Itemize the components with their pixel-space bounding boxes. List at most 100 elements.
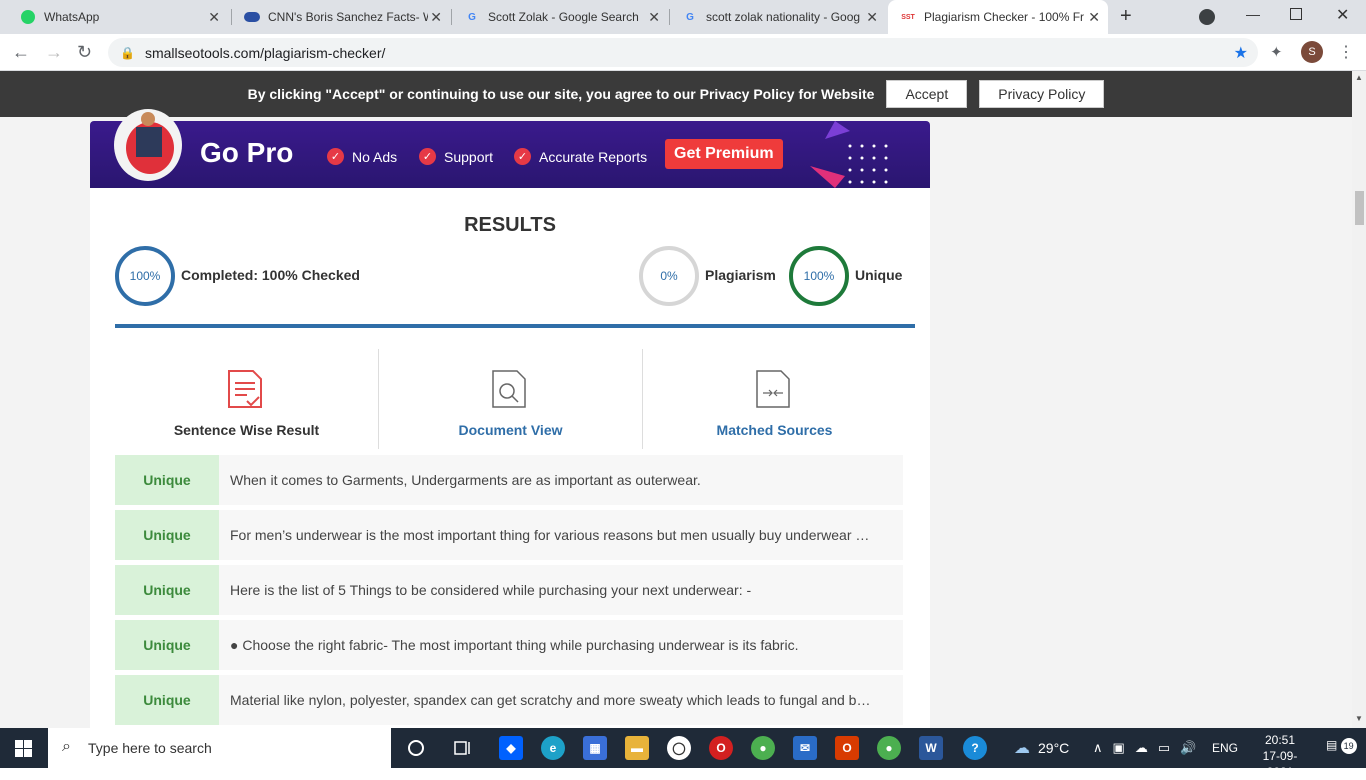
taskbar-search[interactable]: ⌕ Type here to search <box>48 728 391 768</box>
close-icon[interactable]: ✕ <box>866 9 878 26</box>
close-icon[interactable]: ✕ <box>648 9 660 26</box>
weather-widget[interactable]: ☁ 29°C <box>1014 728 1069 768</box>
tab-title: Scott Zolak - Google Search <box>488 10 639 24</box>
tab-cnn[interactable]: CNN's Boris Sanchez Facts- W ✕ <box>232 0 450 34</box>
app-icon[interactable]: ◯ <box>667 736 691 760</box>
file-explorer-icon[interactable]: ▬ <box>625 736 649 760</box>
tab-strip: WhatsApp ✕ CNN's Boris Sanchez Facts- W … <box>0 0 1366 34</box>
clock[interactable]: 20:51 17-09-2021 <box>1250 732 1310 780</box>
result-row[interactable]: Unique For men’s underwear is the most i… <box>115 510 903 560</box>
new-tab-button[interactable]: + <box>1120 5 1132 28</box>
tab-label: Document View <box>458 422 563 438</box>
close-icon[interactable]: ✕ <box>208 9 220 26</box>
tab-sentence-wise[interactable]: Sentence Wise Result <box>115 349 378 449</box>
google-icon: G <box>468 11 476 23</box>
tab-whatsapp[interactable]: WhatsApp ✕ <box>8 0 228 34</box>
opera-icon[interactable]: O <box>709 736 733 760</box>
accept-button[interactable]: Accept <box>886 80 968 108</box>
completed-circle: 100% <box>115 246 175 306</box>
weather-temp: 29°C <box>1038 740 1070 756</box>
close-icon[interactable]: ✕ <box>1088 9 1100 26</box>
status-badge: Unique <box>115 620 219 670</box>
url-text: smallseotools.com/plagiarism-checker/ <box>144 44 386 61</box>
tab-search-icon[interactable] <box>1199 9 1215 25</box>
battery-icon[interactable]: ▭ <box>1158 740 1170 756</box>
result-row[interactable]: Unique Here is the list of 5 Things to b… <box>115 565 903 615</box>
tab-google-1[interactable]: G Scott Zolak - Google Search ✕ <box>452 0 668 34</box>
edge-icon[interactable]: e <box>541 736 565 760</box>
store-icon[interactable]: ▦ <box>583 736 607 760</box>
office-icon[interactable]: O <box>835 736 859 760</box>
sentence-text: Material like nylon, polyester, spandex … <box>230 692 871 708</box>
tab-title: scott zolak nationality - Goog <box>706 10 861 24</box>
scroll-down-icon[interactable]: ▼ <box>1355 714 1363 723</box>
chrome-profile-icon[interactable]: ● <box>877 736 901 760</box>
bookmark-star-icon[interactable]: ★ <box>1234 43 1248 63</box>
cortana-icon[interactable] <box>404 736 428 760</box>
plagiarism-circle: 0% <box>639 246 699 306</box>
go-pro-banner[interactable]: Go Pro ✓ No Ads ✓ Support ✓ Accurate Report… <box>90 109 930 188</box>
cookie-banner: By clicking "Accept" or continuing to us… <box>0 71 1352 117</box>
whatsapp-icon <box>20 9 36 25</box>
result-row[interactable]: Unique ● Choose the right fabric- The mo… <box>115 620 903 670</box>
feature-label: No Ads <box>352 148 398 165</box>
close-window-button[interactable]: ✕ <box>1336 5 1349 25</box>
close-icon[interactable]: ✕ <box>430 9 442 26</box>
privacy-policy-button[interactable]: Privacy Policy <box>979 80 1105 108</box>
chrome-icon[interactable]: ● <box>751 736 775 760</box>
scroll-thumb[interactable] <box>1355 191 1364 225</box>
feature-support: ✓ Support <box>419 148 493 165</box>
forward-icon[interactable]: → <box>45 42 63 63</box>
chevron-up-icon[interactable]: ∧ <box>1093 740 1103 756</box>
sentence-text: For men’s underwear is the most importan… <box>230 527 870 543</box>
back-icon[interactable]: ← <box>12 42 30 63</box>
check-icon: ✓ <box>514 148 531 165</box>
sst-icon: SST <box>901 13 915 21</box>
get-premium-button[interactable]: Get Premium <box>665 139 783 169</box>
minimize-button[interactable]: — <box>1246 6 1260 22</box>
windows-start-icon[interactable] <box>15 740 32 757</box>
volume-icon[interactable]: 🔊 <box>1180 740 1196 756</box>
status-badge: Unique <box>115 455 219 505</box>
notification-icon: ▤ <box>1326 738 1338 752</box>
tab-label: Matched Sources <box>716 422 833 438</box>
help-icon[interactable]: ? <box>963 736 987 760</box>
tab-title: WhatsApp <box>44 10 100 24</box>
extensions-icon[interactable]: ✦ <box>1270 43 1283 61</box>
page-scrollbar[interactable]: ▲ ▼ <box>1352 71 1366 728</box>
url-field[interactable]: 🔒 smallseotools.com/plagiarism-checker/ … <box>108 38 1258 67</box>
meet-icon[interactable]: ▣ <box>1113 740 1125 756</box>
reload-icon[interactable]: ↻ <box>77 42 92 63</box>
system-tray-icons[interactable]: ∧ ▣ ☁ ▭ 🔊 <box>1093 728 1206 768</box>
google-icon: G <box>686 11 694 23</box>
tab-document-view[interactable]: Document View <box>379 349 642 449</box>
menu-dots-icon[interactable]: ⋮ <box>1338 42 1354 62</box>
feature-accurate-reports: ✓ Accurate Reports <box>514 148 647 165</box>
document-search-icon <box>492 370 526 408</box>
result-row[interactable]: Unique When it comes to Garments, Underg… <box>115 455 903 505</box>
network-icon[interactable]: ☁ <box>1135 740 1148 756</box>
language-indicator[interactable]: ENG <box>1212 728 1238 768</box>
profile-avatar[interactable]: S <box>1301 41 1323 63</box>
progress-bar <box>115 324 915 328</box>
task-view-icon[interactable] <box>451 736 475 760</box>
feature-label: Support <box>444 148 494 165</box>
word-icon[interactable]: W <box>919 736 943 760</box>
unique-circle: 100% <box>789 246 849 306</box>
tab-matched-sources[interactable]: Matched Sources <box>643 349 906 449</box>
notification-center[interactable]: ▤ 19 <box>1326 738 1357 754</box>
clock-date: 17-09-2021 <box>1262 749 1298 779</box>
restore-button[interactable] <box>1290 8 1302 20</box>
result-row[interactable]: Unique Material like nylon, polyester, s… <box>115 675 903 725</box>
sentence-text: When it comes to Garments, Undergarments… <box>230 472 701 488</box>
tab-google-2[interactable]: G scott zolak nationality - Goog ✕ <box>670 0 886 34</box>
feature-label: Accurate Reports <box>539 148 648 165</box>
tab-plagiarism-checker[interactable]: SST Plagiarism Checker - 100% Fr ✕ <box>888 0 1108 34</box>
mail-icon[interactable]: ✉ <box>793 736 817 760</box>
scroll-up-icon[interactable]: ▲ <box>1355 73 1363 82</box>
status-badge: Unique <box>115 565 219 615</box>
chair-illustration <box>114 109 182 181</box>
dropbox-icon[interactable]: ◆ <box>499 736 523 760</box>
plagiarism-label: Plagiarism <box>705 267 776 283</box>
completed-pct: 100% <box>129 269 161 283</box>
